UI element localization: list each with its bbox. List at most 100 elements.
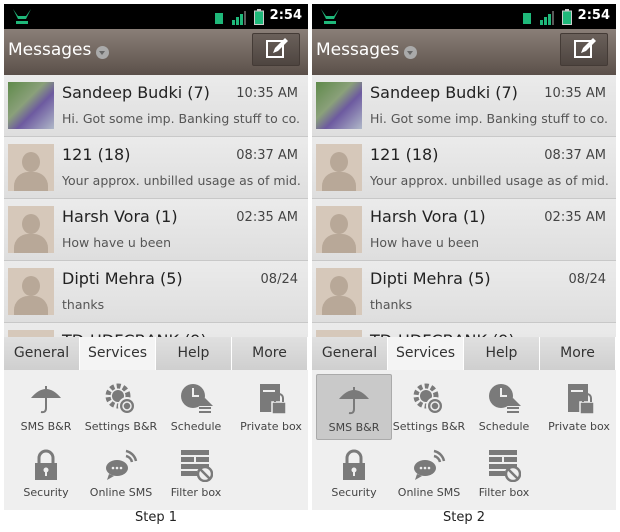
- contact-name: Sandeep Budki (7): [370, 83, 518, 102]
- tab-help[interactable]: Help: [464, 337, 540, 370]
- menu-item-label: Security: [23, 486, 69, 499]
- menu-item-gear[interactable]: Settings B&R: [83, 374, 159, 440]
- avatar: [316, 268, 362, 315]
- message-preview: Hi. Got some imp. Banking stuff to co...: [370, 111, 608, 126]
- lock-icon: [8, 440, 84, 485]
- phone-screen: 2:54 Messages Sandeep Budki (7) 10:35 AM…: [4, 4, 308, 532]
- menu-item-label: Settings B&R: [392, 420, 466, 433]
- tab-more[interactable]: More: [540, 337, 616, 370]
- conversation-item[interactable]: Harsh Vora (1) 02:35 AM How have u been: [4, 199, 308, 261]
- message-preview: Your approx. unbilled usage as of mid...: [62, 173, 300, 188]
- avatar: [316, 144, 362, 191]
- menu-item-filter-box[interactable]: Filter box: [158, 440, 234, 506]
- avatar: [8, 206, 54, 253]
- menu-item-private-box[interactable]: Private box: [541, 374, 616, 440]
- avatar: [316, 206, 362, 253]
- step-caption: Step 2: [442, 510, 485, 525]
- conversation-item[interactable]: Sandeep Budki (7) 10:35 AM Hi. Got some …: [312, 75, 616, 137]
- conversation-item[interactable]: Harsh Vora (1) 02:35 AM How have u been: [312, 199, 616, 261]
- avatar: [8, 144, 54, 191]
- avatar: [316, 82, 362, 129]
- message-preview: thanks: [62, 297, 105, 312]
- lock-icon: [316, 440, 392, 485]
- menu-tabs: General Services Help More: [4, 337, 308, 370]
- filter-box-icon: [466, 440, 542, 485]
- menu-item-filter-box[interactable]: Filter box: [466, 440, 542, 506]
- compose-button[interactable]: [560, 33, 608, 66]
- menu-item-umbrella[interactable]: SMS B&R: [316, 374, 392, 440]
- conversation-item[interactable]: 121 (18) 08:37 AM Your approx. unbilled …: [4, 137, 308, 199]
- message-time: 02:35 AM: [236, 210, 298, 225]
- message-time: 08:37 AM: [236, 148, 298, 163]
- menu-item-umbrella[interactable]: SMS B&R: [8, 374, 84, 440]
- tab-help[interactable]: Help: [156, 337, 232, 370]
- chat-icon: [83, 440, 159, 485]
- battery-icon: [254, 9, 264, 25]
- signal-icon: [540, 11, 554, 25]
- clock-icon: [466, 374, 542, 419]
- options-menu: General Services Help More SMS B&R Settings…: [4, 337, 308, 510]
- app-logo-icon: [321, 9, 339, 24]
- step-caption: Step 1: [134, 510, 177, 525]
- dropdown-icon[interactable]: [404, 46, 417, 59]
- menu-tabs: General Services Help More: [312, 337, 616, 370]
- contact-name: Dipti Mehra (5): [370, 269, 491, 288]
- avatar: [8, 82, 54, 129]
- message-time: 08/24: [260, 272, 298, 287]
- menu-item-lock[interactable]: Security: [8, 440, 84, 506]
- filter-box-icon: [158, 440, 234, 485]
- menu-item-label: Security: [331, 486, 377, 499]
- menu-item-clock[interactable]: Schedule: [466, 374, 542, 440]
- contact-name: Harsh Vora (1): [62, 207, 178, 226]
- menu-item-private-box[interactable]: Private box: [233, 374, 308, 440]
- contact-name: Dipti Mehra (5): [62, 269, 183, 288]
- contact-name: Sandeep Budki (7): [62, 83, 210, 102]
- menu-item-chat[interactable]: Online SMS: [83, 440, 159, 506]
- message-time: 08/24: [568, 272, 606, 287]
- menu-item-clock[interactable]: Schedule: [158, 374, 234, 440]
- dropdown-icon[interactable]: [96, 46, 109, 59]
- menu-grid: SMS B&R Settings B&R Schedule Private bo…: [312, 370, 616, 510]
- status-bar: 2:54: [4, 4, 308, 29]
- umbrella-icon: [8, 374, 84, 419]
- network-3g-icon: [215, 13, 223, 24]
- message-time: 08:37 AM: [544, 148, 606, 163]
- private-box-icon: [541, 374, 616, 419]
- menu-item-label: Schedule: [170, 420, 222, 433]
- title-bar: Messages: [4, 29, 308, 75]
- clock-icon: [158, 374, 234, 419]
- tab-services[interactable]: Services: [80, 337, 156, 370]
- compose-icon: [266, 38, 288, 58]
- menu-item-label: Online SMS: [397, 486, 461, 499]
- message-time: 02:35 AM: [544, 210, 606, 225]
- gear-icon: [391, 374, 467, 419]
- tab-more[interactable]: More: [232, 337, 308, 370]
- conversation-item[interactable]: Dipti Mehra (5) 08/24 thanks: [312, 261, 616, 323]
- gear-icon: [83, 374, 159, 419]
- contact-name: 121 (18): [62, 145, 131, 164]
- private-box-icon: [233, 374, 308, 419]
- page-title: Messages: [8, 40, 92, 60]
- tab-general[interactable]: General: [4, 337, 80, 370]
- menu-item-gear[interactable]: Settings B&R: [391, 374, 467, 440]
- menu-item-chat[interactable]: Online SMS: [391, 440, 467, 506]
- umbrella-icon: [317, 375, 391, 420]
- message-preview: Hi. Got some imp. Banking stuff to co...: [62, 111, 300, 126]
- tab-general[interactable]: General: [312, 337, 388, 370]
- message-time: 10:35 AM: [544, 86, 606, 101]
- battery-icon: [562, 9, 572, 25]
- menu-item-lock[interactable]: Security: [316, 440, 392, 506]
- message-preview: thanks: [370, 297, 413, 312]
- menu-item-label: Filter box: [478, 486, 530, 499]
- menu-item-label: SMS B&R: [328, 421, 380, 434]
- network-3g-icon: [523, 13, 531, 24]
- conversation-item[interactable]: Dipti Mehra (5) 08/24 thanks: [4, 261, 308, 323]
- options-menu: General Services Help More SMS B&R Settings…: [312, 337, 616, 510]
- compose-icon: [574, 38, 596, 58]
- conversation-item[interactable]: 121 (18) 08:37 AM Your approx. unbilled …: [312, 137, 616, 199]
- conversation-item[interactable]: Sandeep Budki (7) 10:35 AM Hi. Got some …: [4, 75, 308, 137]
- tab-services[interactable]: Services: [388, 337, 464, 370]
- app-logo-icon: [13, 9, 31, 24]
- compose-button[interactable]: [252, 33, 300, 66]
- message-preview: Your approx. unbilled usage as of mid...: [370, 173, 608, 188]
